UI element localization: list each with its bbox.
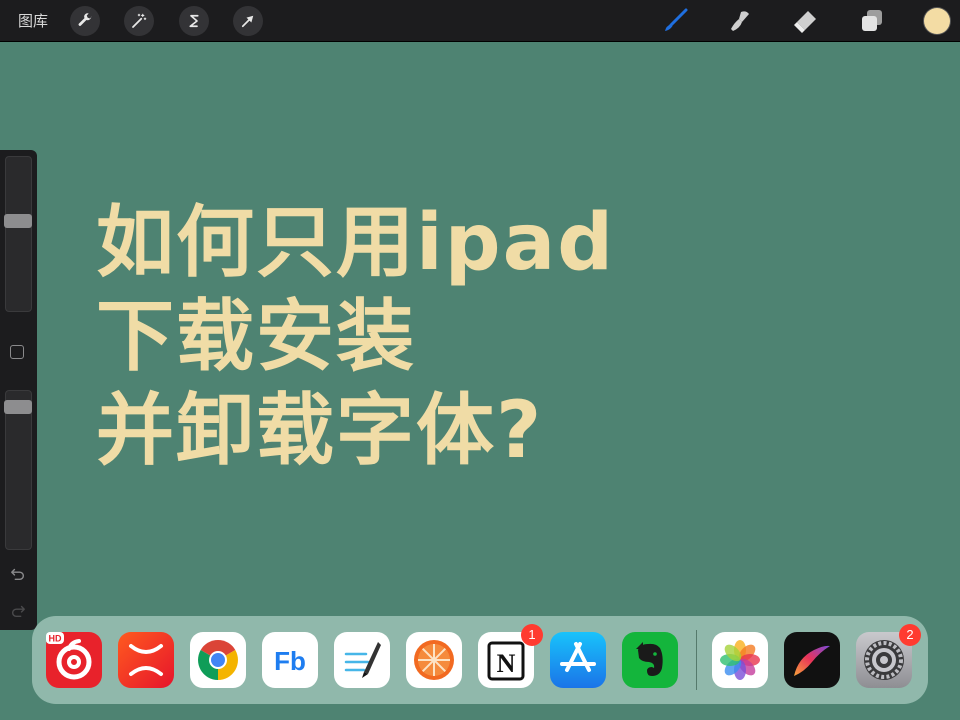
gallery-button[interactable]: 图库 [18, 11, 48, 31]
title-line-3: 并卸载字体? [96, 386, 544, 476]
undo-icon [11, 568, 25, 581]
dock-app-chrome[interactable] [190, 632, 246, 688]
notion-label: N [497, 649, 516, 678]
fb-icon: Fb [262, 632, 318, 688]
redo-button[interactable] [9, 602, 27, 620]
wrench-icon [78, 13, 92, 26]
dock-app-evernote[interactable] [622, 632, 678, 688]
title-line-2: 下载安装 [96, 292, 417, 382]
fb-label: Fb [274, 646, 306, 676]
undo-button[interactable] [9, 565, 27, 583]
procreate-icon [784, 632, 840, 688]
brush-size-slider[interactable] [5, 156, 32, 312]
evernote-icon [622, 632, 678, 688]
layers-button[interactable] [857, 6, 887, 36]
orange-slice-icon [406, 632, 462, 688]
modify-button[interactable] [10, 345, 24, 359]
notification-badge: 2 [899, 624, 921, 646]
opacity-slider[interactable] [5, 390, 32, 550]
smudge-icon [731, 11, 749, 31]
title-line-1: 如何只用ipad [96, 198, 616, 288]
notification-badge: 1 [521, 624, 543, 646]
transform-button[interactable] [233, 6, 263, 36]
actions-button[interactable] [70, 6, 100, 36]
pen-note-icon [334, 632, 390, 688]
transform-arrow-icon [241, 15, 254, 28]
top-toolbar: 图库 [0, 0, 960, 42]
app-store-icon [550, 632, 606, 688]
xmind-icon [118, 632, 174, 688]
dock-app-photos[interactable] [712, 632, 768, 688]
brush-size-thumb[interactable] [4, 214, 32, 229]
dock-app-xmind[interactable] [118, 632, 174, 688]
chrome-icon [190, 632, 246, 688]
eraser-button[interactable] [791, 6, 821, 36]
dock-app-netease-music[interactable]: HD [46, 632, 102, 688]
hd-label: HD [49, 634, 62, 644]
photos-icon [712, 632, 768, 688]
dock-app-orange[interactable] [406, 632, 462, 688]
smudge-button[interactable] [725, 6, 755, 36]
eraser-icon [794, 11, 816, 33]
left-sidebar [0, 150, 37, 630]
dock-app-fb[interactable]: Fb [262, 632, 318, 688]
app-dock: HD Fb N 1 2 [32, 616, 928, 704]
layers-icon [862, 10, 882, 31]
canvas-title-text: 如何只用ipad 下载安装 并卸载字体? [96, 196, 615, 478]
netease-music-icon: HD [46, 632, 102, 688]
dock-app-procreate[interactable] [784, 632, 840, 688]
opacity-thumb[interactable] [4, 400, 32, 414]
redo-icon [11, 605, 25, 618]
color-picker-swatch[interactable] [924, 8, 950, 34]
brush-icon [665, 8, 688, 31]
dock-app-pen-notes[interactable] [334, 632, 390, 688]
selection-button[interactable] [179, 6, 209, 36]
adjustments-button[interactable] [124, 6, 154, 36]
dock-app-app-store[interactable] [550, 632, 606, 688]
brush-button[interactable] [660, 6, 690, 36]
selection-icon [189, 14, 199, 28]
dock-app-notion[interactable]: N 1 [478, 624, 543, 688]
magic-wand-icon [132, 13, 147, 28]
dock-divider [696, 630, 697, 690]
dock-app-settings[interactable]: 2 [856, 624, 921, 688]
